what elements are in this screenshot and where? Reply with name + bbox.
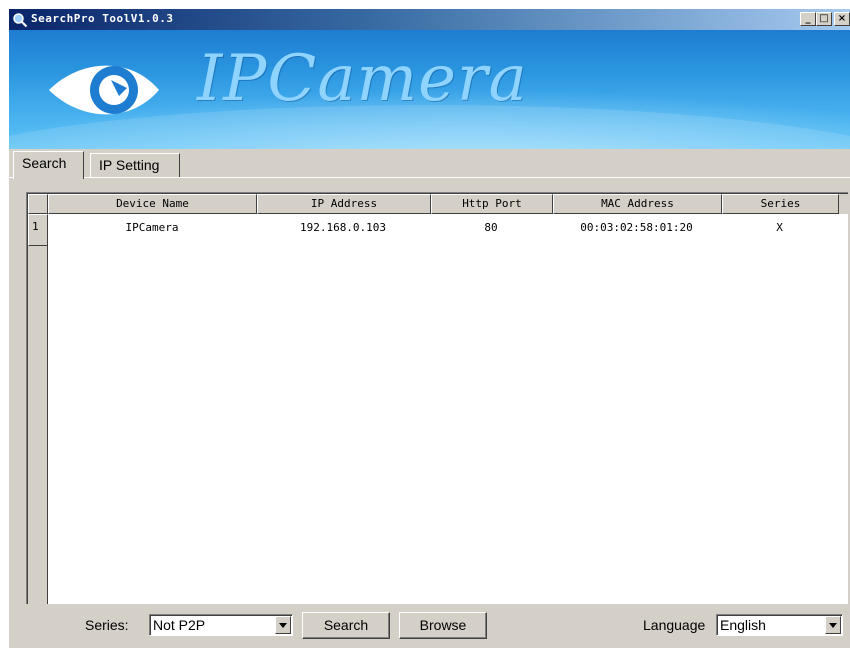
window-title: SearchPro ToolV1.0.3: [31, 12, 174, 25]
device-table[interactable]: Device Name IP Address Http Port MAC Add…: [26, 192, 848, 604]
column-header-http-port[interactable]: Http Port: [431, 194, 553, 214]
maximize-icon: □: [819, 13, 829, 24]
chevron-down-icon: [279, 623, 287, 628]
language-select[interactable]: English: [716, 614, 843, 636]
browse-button[interactable]: Browse: [399, 612, 487, 639]
language-dropdown-button[interactable]: [825, 616, 841, 634]
row-header-column: 1: [28, 214, 48, 604]
tab-search[interactable]: Search: [13, 151, 84, 179]
cell-http-port[interactable]: 80: [430, 214, 552, 242]
row-header-filler: [28, 246, 48, 604]
language-label: Language: [643, 617, 706, 633]
banner-logo-text: IPCamera: [197, 42, 528, 116]
cell-mac-address[interactable]: 00:03:02:58:01:20: [552, 214, 721, 242]
column-header-series[interactable]: Series: [722, 194, 839, 214]
table-header: Device Name IP Address Http Port MAC Add…: [28, 194, 848, 214]
table-row[interactable]: IPCamera 192.168.0.103 80 00:03:02:58:01…: [48, 214, 848, 242]
minimize-icon: _: [805, 13, 811, 24]
row-header[interactable]: 1: [28, 214, 48, 246]
cell-series[interactable]: X: [721, 214, 838, 242]
cell-device-name[interactable]: IPCamera: [48, 214, 256, 242]
tab-ip-setting[interactable]: IP Setting: [90, 153, 180, 177]
column-header-mac-address[interactable]: MAC Address: [553, 194, 722, 214]
bottom-toolbar: Series: Not P2P Search Browse Language E…: [9, 608, 850, 648]
title-bar[interactable]: SearchPro ToolV1.0.3 _ □ ×: [9, 9, 850, 30]
search-button[interactable]: Search: [302, 612, 390, 639]
maximize-button[interactable]: □: [816, 12, 832, 26]
series-select-value: Not P2P: [153, 617, 206, 633]
close-button[interactable]: ×: [834, 12, 850, 26]
column-header-device-name[interactable]: Device Name: [48, 194, 257, 214]
app-window: SearchPro ToolV1.0.3 _ □ × IPCamera Sear…: [8, 8, 850, 648]
cell-ip-address[interactable]: 192.168.0.103: [256, 214, 430, 242]
search-app-icon: [13, 13, 28, 28]
series-label: Series:: [85, 617, 129, 633]
table-border: [27, 193, 848, 604]
column-header-ip-address[interactable]: IP Address: [257, 194, 431, 214]
language-select-value: English: [720, 617, 766, 633]
close-icon: ×: [837, 13, 847, 24]
chevron-down-icon: [829, 623, 837, 628]
series-dropdown-button[interactable]: [275, 616, 291, 634]
series-select[interactable]: Not P2P: [149, 614, 293, 636]
table-corner: [28, 194, 48, 214]
minimize-button[interactable]: _: [800, 12, 816, 26]
tab-panel-edge: [9, 177, 850, 178]
brand-banner: IPCamera: [9, 30, 850, 149]
